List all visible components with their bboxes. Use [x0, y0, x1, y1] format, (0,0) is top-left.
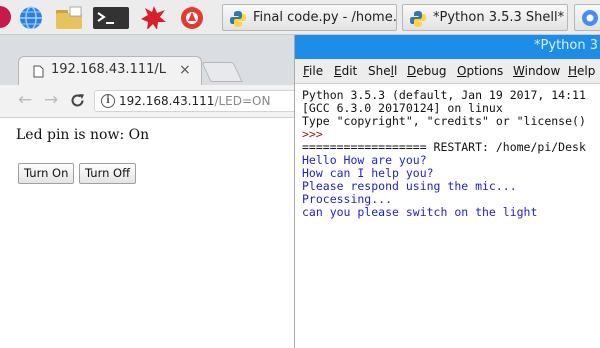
tab-strip: 192.168.43.111/LE × [0, 35, 294, 85]
turn-on-button[interactable]: Turn On [18, 163, 75, 184]
taskbar-task-label: *Python 3.5.3 Shell* [433, 10, 565, 25]
forward-arrow-icon[interactable]: → [44, 91, 58, 109]
address-url: 192.168.43.111/LED=ON [119, 94, 270, 108]
address-bar[interactable]: i 192.168.43.111/LED=ON [94, 90, 294, 112]
led-status-text: Led pin is now: On [16, 127, 150, 143]
raspberry-menu-icon[interactable] [0, 5, 12, 29]
menu-window[interactable]: Window [513, 64, 560, 78]
browser-window: 192.168.43.111/LE × ← → i 192.168.43.111… [0, 35, 295, 348]
console-output-line: can you please switch on the light [302, 205, 538, 219]
console-line: Type "copyright", "credits" or "license(… [302, 114, 586, 128]
turn-off-button[interactable]: Turn Off [79, 163, 137, 184]
console-output-line: How can I help you? [302, 166, 434, 180]
menu-file[interactable]: File [303, 64, 323, 78]
shell-window-title: *Python 3 [534, 38, 598, 53]
page-content: Led pin is now: On Turn On Turn Off [0, 118, 294, 348]
url-path: /LED=ON [214, 94, 271, 108]
wolfram-icon[interactable] [141, 5, 167, 29]
python-icon [230, 11, 246, 27]
menu-options[interactable]: Options [457, 64, 503, 78]
console-output-line: Hello How are you? [302, 153, 427, 167]
console-line: [GCC 6.3.0 20170124] on linux [302, 101, 503, 115]
python-icon [410, 11, 426, 27]
back-arrow-icon[interactable]: ← [18, 91, 32, 109]
taskbar-task-label: Final code.py - /home... [253, 10, 397, 25]
tab-title: 192.168.43.111/LE [51, 62, 166, 77]
shell-console[interactable]: Python 3.5.3 (default, Jan 19 2017, 14:1… [295, 84, 600, 348]
url-host: 192.168.43.111 [119, 94, 215, 108]
taskbar-task-final-code[interactable]: Final code.py - /home... [222, 4, 397, 31]
menu-shell[interactable]: Shell [368, 64, 397, 78]
menu-debug[interactable]: Debug [407, 64, 446, 78]
menu-edit[interactable]: Edit [334, 64, 357, 78]
menu-help[interactable]: Help [568, 64, 595, 78]
web-browser-icon[interactable] [18, 5, 44, 29]
taskbar-task-browser[interactable] [574, 4, 600, 31]
file-manager-icon[interactable] [54, 5, 84, 29]
browser-tab[interactable]: 192.168.43.111/LE × [18, 56, 202, 85]
close-tab-icon[interactable]: × [179, 62, 191, 78]
app-launcher-icon[interactable] [178, 5, 206, 29]
info-icon[interactable]: i [101, 94, 115, 108]
taskbar-task-python-shell[interactable]: *Python 3.5.3 Shell* [402, 4, 568, 31]
console-line: ================== RESTART: /home/pi/Des… [302, 140, 586, 154]
console-output-line: Processing... [302, 192, 393, 206]
reload-icon[interactable] [70, 93, 85, 108]
console-prompt: >>> [302, 127, 323, 141]
shell-menu-bar: File Edit Shell Debug Options Window Hel… [295, 59, 600, 84]
console-line: Python 3.5.3 (default, Jan 19 2017, 14:1… [302, 88, 586, 102]
shell-title-bar: *Python 3 [295, 35, 600, 59]
chromium-icon [582, 10, 598, 26]
console-output-line: Please respond using the mic... [302, 179, 517, 193]
terminal-icon[interactable] [92, 5, 130, 29]
python-shell-window: *Python 3 File Edit Shell Debug Options … [295, 35, 600, 348]
new-tab-button[interactable] [201, 62, 243, 82]
taskbar: Final code.py - /home... *Python 3.5.3 S… [0, 0, 600, 35]
browser-toolbar: ← → i 192.168.43.111/LED=ON [0, 85, 294, 118]
page-icon [33, 65, 44, 78]
